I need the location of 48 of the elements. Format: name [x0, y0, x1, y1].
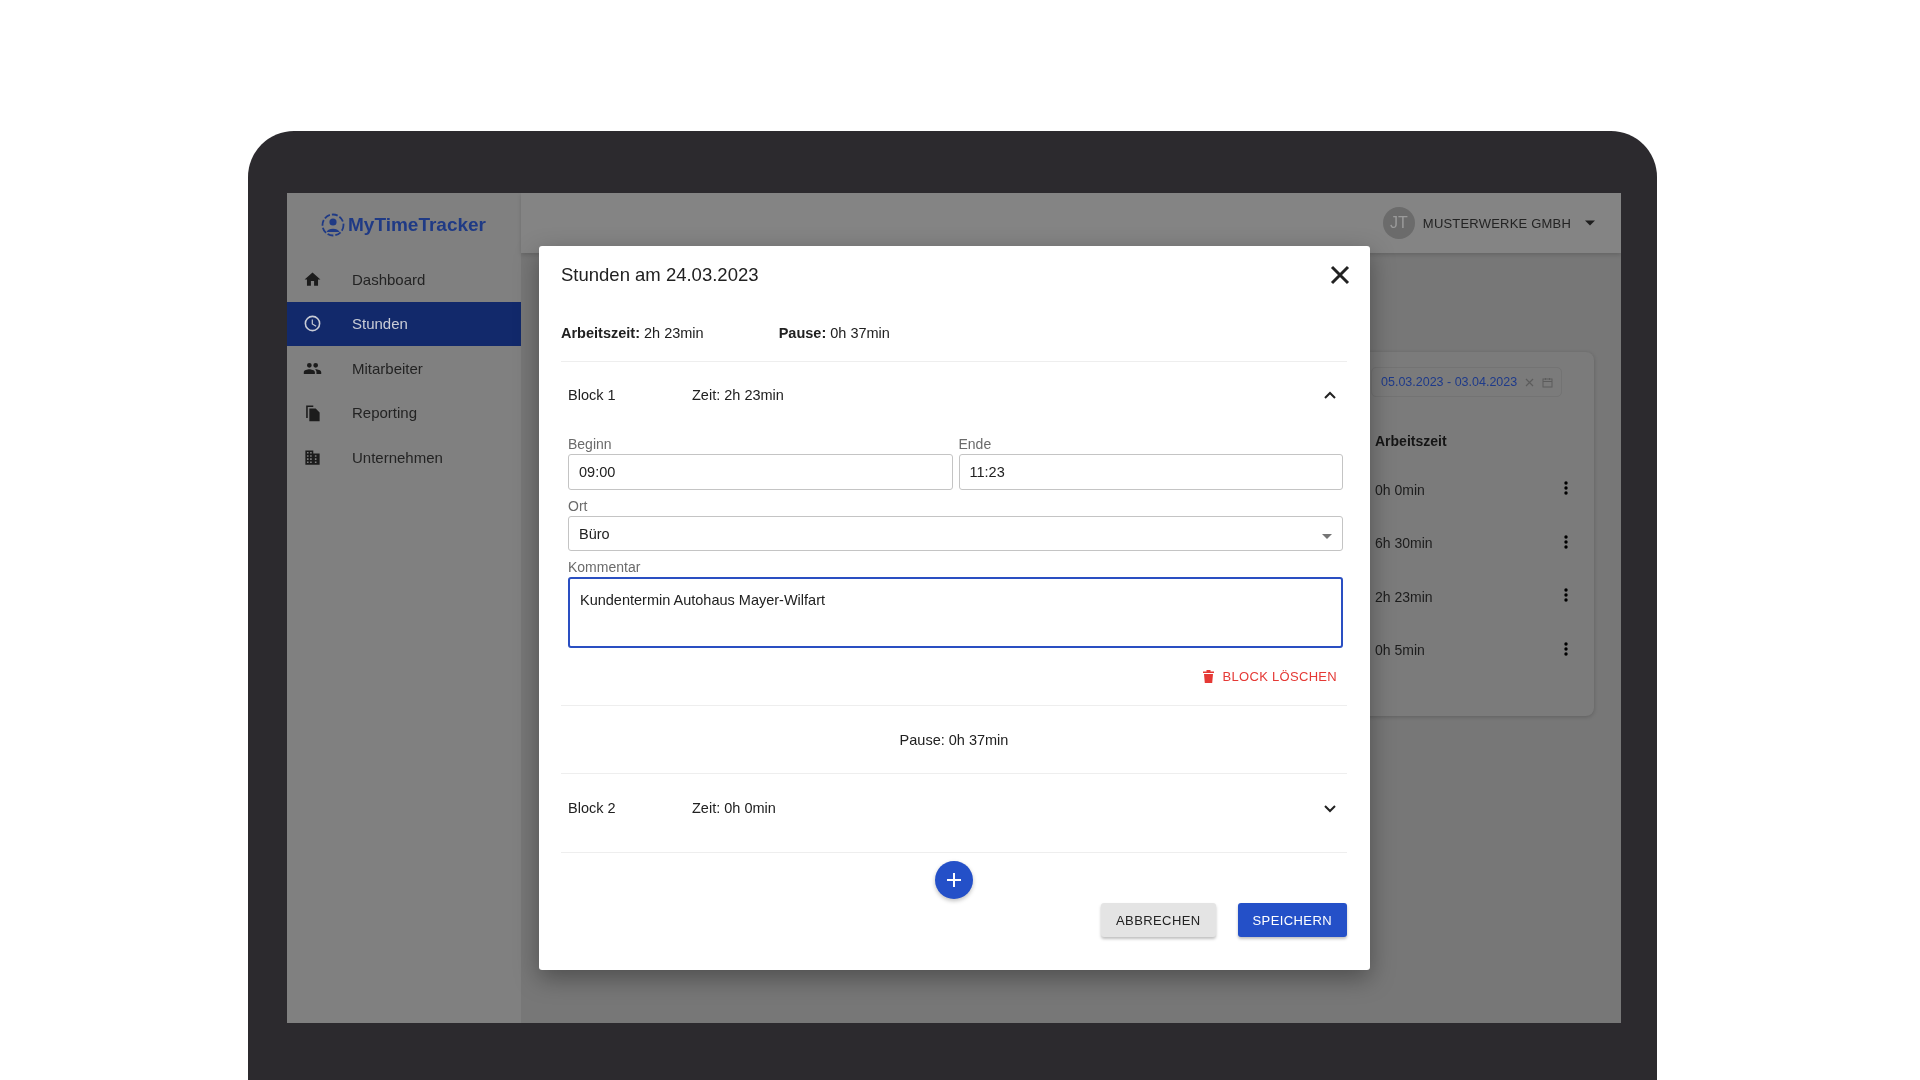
company-name: MUSTERWERKE GMBH: [1422, 215, 1571, 231]
app-logo: MyTimeTracker: [348, 214, 486, 236]
nav-item[interactable]: Mitarbeiter: [287, 346, 521, 391]
dialog-title: Stunden am 24.03.2023: [561, 264, 759, 286]
hours-value: 2h 23min: [1375, 588, 1433, 605]
summary-text: Pause: 0h 37min: [778, 324, 890, 341]
nav-item[interactable]: Unternehmen: [287, 435, 521, 480]
clock-icon: [303, 314, 322, 334]
more-options-icon[interactable]: [1564, 534, 1568, 549]
date-range-text: 05.03.2023 - 03.04.2023: [1381, 375, 1518, 389]
more-options-icon[interactable]: [1564, 641, 1568, 656]
block-name: Block 2: [568, 800, 617, 816]
building-icon: [303, 447, 322, 467]
caret-icon: [1322, 533, 1332, 539]
nav-item[interactable]: Stunden: [287, 301, 521, 346]
field-label: Beginn: [568, 436, 613, 454]
block-time: Zeit: 0h 0min: [692, 800, 777, 816]
time-field[interactable]: 09:00: [568, 454, 953, 490]
plus-icon: [947, 873, 961, 887]
block-name: Block 1: [568, 387, 617, 403]
caret-icon[interactable]: [1585, 220, 1595, 226]
comment-field[interactable]: Kundentermin Autohaus Mayer-Wilfart: [568, 577, 1343, 648]
nav-item[interactable]: Reporting: [287, 390, 521, 435]
cancel-button[interactable]: ABBRECHEN: [1101, 903, 1216, 937]
more-options-icon[interactable]: [1564, 588, 1568, 603]
close-icon: [1329, 264, 1351, 286]
close-button[interactable]: [1329, 264, 1351, 286]
location-select[interactable]: Büro: [568, 516, 1343, 551]
person-logo-icon: [321, 213, 345, 237]
delete-block-button[interactable]: BLOCK LÖSCHEN: [1202, 665, 1337, 688]
field-label: Ende: [958, 436, 993, 454]
documents-icon: [303, 403, 322, 423]
column-header: Arbeitszeit: [1375, 433, 1448, 451]
nav-item[interactable]: Dashboard: [287, 257, 521, 302]
hours-value: 0h 5min: [1375, 642, 1425, 659]
hours-value: 0h 0min: [1375, 481, 1425, 498]
home-icon: [303, 269, 322, 289]
pause-text: Pause: 0h 37min: [899, 731, 1009, 748]
more-options-icon[interactable]: [1564, 481, 1568, 496]
field-label: Kommentar: [568, 559, 642, 577]
save-button[interactable]: SPEICHERN: [1237, 903, 1347, 937]
block-time: Zeit: 2h 23min: [692, 387, 785, 403]
add-block-button[interactable]: [935, 861, 973, 899]
time-field[interactable]: 11:23: [958, 454, 1343, 490]
hours-value: 6h 30min: [1375, 535, 1433, 552]
field-label: Ort: [568, 498, 589, 516]
trash-icon: [1202, 670, 1214, 683]
summary-text: Arbeitszeit: 2h 23min: [561, 324, 704, 341]
